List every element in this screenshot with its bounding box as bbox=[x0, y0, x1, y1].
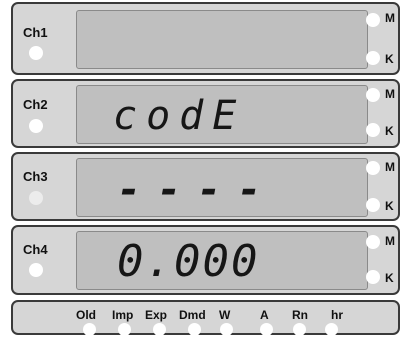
indicator-a-led bbox=[260, 323, 273, 336]
channel-3-display: ---- bbox=[76, 158, 368, 217]
indicator-w-led bbox=[220, 323, 233, 336]
channel-1-label: Ch1 bbox=[23, 25, 48, 40]
indicator-a-label: A bbox=[260, 308, 269, 322]
indicator-dmd-led bbox=[188, 323, 201, 336]
indicator-dmd-label: Dmd bbox=[179, 308, 206, 322]
indicator-hr-led bbox=[325, 323, 338, 336]
indicator-imp-label: Imp bbox=[112, 308, 134, 322]
channel-3-label: Ch3 bbox=[23, 169, 48, 184]
indicator-exp-label: Exp bbox=[145, 308, 168, 322]
channel-1-m-label: M bbox=[385, 11, 395, 25]
channel-2-display: codE bbox=[76, 85, 368, 144]
channel-4-label: Ch4 bbox=[23, 242, 48, 257]
channel-1-led bbox=[29, 46, 43, 60]
channel-2-label: Ch2 bbox=[23, 97, 48, 112]
channel-2-m-led bbox=[366, 88, 380, 102]
channel-3-display-text: ---- bbox=[117, 167, 278, 213]
indicator-old-label: Old bbox=[76, 308, 96, 322]
indicator-w-label: W bbox=[219, 308, 231, 322]
channel-1-k-label: K bbox=[385, 52, 394, 66]
channel-4-display: 0.000 bbox=[76, 231, 368, 290]
status-indicator-bar: Old Imp Exp Dmd W A Rn hr bbox=[11, 300, 400, 336]
channel-3-m-label: M bbox=[385, 160, 395, 174]
channel-4-k-led bbox=[366, 270, 380, 284]
channel-2-k-led bbox=[366, 123, 380, 137]
channel-4-m-led bbox=[366, 235, 380, 249]
channel-3-m-led bbox=[366, 161, 380, 175]
channel-1-panel: Ch1 bbox=[11, 2, 400, 75]
indicator-exp-led bbox=[153, 323, 166, 336]
channel-2-led bbox=[29, 119, 43, 133]
channel-3-led bbox=[29, 191, 43, 205]
channel-1-m-led bbox=[366, 13, 380, 27]
indicator-rn-label: Rn bbox=[292, 308, 308, 322]
indicator-old-led bbox=[83, 323, 96, 336]
channel-2-display-text: codE bbox=[113, 93, 246, 139]
channel-1-display-text bbox=[77, 11, 367, 68]
channel-2-m-label: M bbox=[385, 87, 395, 101]
channel-4-m-label: M bbox=[385, 234, 395, 248]
indicator-hr-label: hr bbox=[331, 308, 343, 322]
channel-3-panel: Ch3 ---- bbox=[11, 152, 400, 221]
channel-4-k-label: K bbox=[385, 271, 394, 285]
channel-1-k-led bbox=[366, 51, 380, 65]
channel-4-panel: Ch4 0.000 bbox=[11, 225, 400, 295]
indicator-imp-led bbox=[118, 323, 131, 336]
channel-1-display bbox=[76, 10, 368, 69]
channel-4-display-text: 0.000 bbox=[117, 236, 260, 287]
channel-2-k-label: K bbox=[385, 124, 394, 138]
channel-2-panel: Ch2 codE bbox=[11, 79, 400, 148]
channel-4-led bbox=[29, 263, 43, 277]
channel-3-k-label: K bbox=[385, 199, 394, 213]
channel-3-k-led bbox=[366, 198, 380, 212]
indicator-rn-led bbox=[293, 323, 306, 336]
